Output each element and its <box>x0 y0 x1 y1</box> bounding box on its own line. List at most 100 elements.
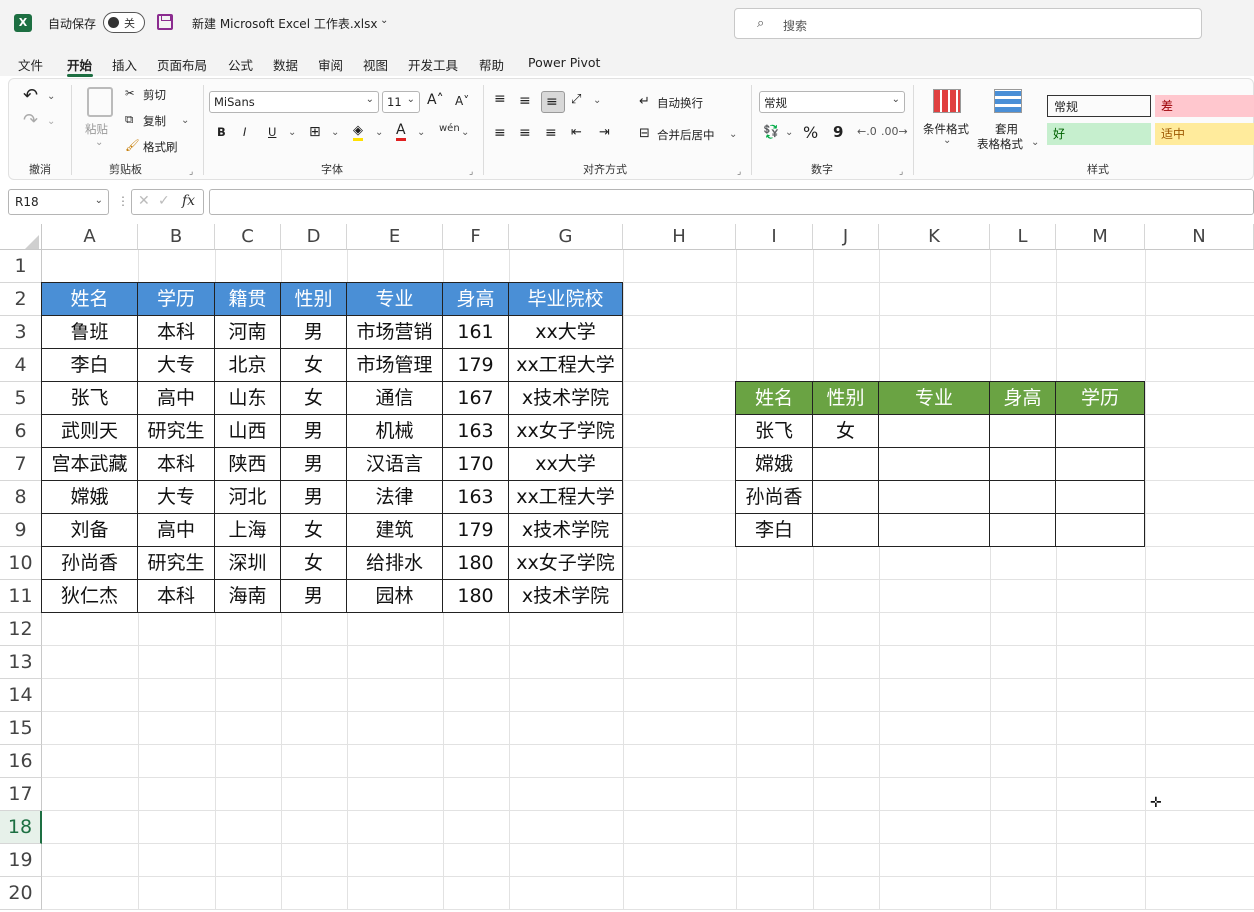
table1-cell[interactable]: 给排水 <box>347 547 443 580</box>
tab-file[interactable]: 文件 <box>18 55 43 74</box>
paste-chevron-down-icon[interactable]: ⌄ <box>95 137 103 148</box>
font-launcher-icon[interactable]: ⌟ <box>469 167 473 177</box>
font-size-select[interactable]: 11 ⌄ <box>382 91 420 113</box>
table1-cell[interactable]: 嫦娥 <box>42 481 138 514</box>
conditional-format-icon[interactable] <box>933 89 961 113</box>
table1-cell[interactable]: 武则天 <box>42 415 138 448</box>
table1-cell[interactable]: 163 <box>443 415 509 448</box>
table1-header-cell[interactable]: 专业 <box>347 283 443 316</box>
table1-cell[interactable]: 研究生 <box>138 547 215 580</box>
table2-cell[interactable]: 孙尚香 <box>736 481 813 514</box>
table2-header-cell[interactable]: 性别 <box>813 382 879 415</box>
table2-cell[interactable] <box>879 448 990 481</box>
table1-cell[interactable]: x技术学院 <box>509 382 623 415</box>
table1-cell[interactable]: 高中 <box>138 514 215 547</box>
format-painter-button[interactable]: 格式刷 <box>143 139 178 155</box>
table2-cell[interactable] <box>990 514 1056 547</box>
table2-cell[interactable]: 女 <box>813 415 879 448</box>
number-format-select[interactable]: 常规 ⌄ <box>759 91 905 113</box>
table1-header-cell[interactable]: 性别 <box>281 283 347 316</box>
row-header-2[interactable]: 2 <box>0 283 42 316</box>
row-header-14[interactable]: 14 <box>0 679 42 712</box>
table1-cell[interactable]: 大专 <box>138 481 215 514</box>
merge-center-button[interactable]: 合并后居中 <box>657 127 715 143</box>
table1-cell[interactable]: 女 <box>281 547 347 580</box>
table1-cell[interactable]: 汉语言 <box>347 448 443 481</box>
table2-header-cell[interactable]: 身高 <box>990 382 1056 415</box>
copy-button[interactable]: 复制 <box>143 113 166 129</box>
tab-help[interactable]: 帮助 <box>479 55 504 74</box>
name-box[interactable]: R18 ⌄ <box>8 189 109 215</box>
column-header-n[interactable]: N <box>1145 224 1254 250</box>
table1-cell[interactable]: x技术学院 <box>509 580 623 613</box>
cancel-icon[interactable]: ✕ <box>138 193 150 209</box>
table-format-chevron-down-icon[interactable]: ⌄ <box>1031 137 1039 148</box>
table1-cell[interactable]: 山东 <box>215 382 281 415</box>
decrease-font-icon[interactable]: A˅ <box>455 94 469 108</box>
table1-cell[interactable]: 河北 <box>215 481 281 514</box>
table1-cell[interactable]: 通信 <box>347 382 443 415</box>
tab-developer[interactable]: 开发工具 <box>408 55 458 74</box>
redo-icon[interactable]: ↷ <box>23 110 38 131</box>
undo-chevron-down-icon[interactable]: ⌄ <box>47 91 55 102</box>
table1-cell[interactable]: 女 <box>281 349 347 382</box>
column-header-k[interactable]: K <box>879 224 990 250</box>
comma-style-button[interactable]: 9 <box>833 123 843 141</box>
table1-cell[interactable]: 陕西 <box>215 448 281 481</box>
table1-cell[interactable]: 本科 <box>138 580 215 613</box>
merge-chevron-down-icon[interactable]: ⌄ <box>729 129 737 140</box>
italic-button[interactable]: I <box>243 125 246 139</box>
row-header-6[interactable]: 6 <box>0 415 42 448</box>
table1-cell[interactable]: 刘备 <box>42 514 138 547</box>
table2-header-cell[interactable]: 专业 <box>879 382 990 415</box>
paste-icon[interactable] <box>87 87 113 117</box>
table1-header-cell[interactable]: 毕业院校 <box>509 283 623 316</box>
phonetic-icon[interactable]: wén <box>439 123 460 134</box>
table1-cell[interactable]: 北京 <box>215 349 281 382</box>
file-name[interactable]: 新建 Microsoft Excel 工作表.xlsx <box>192 15 377 32</box>
table1-cell[interactable]: 孙尚香 <box>42 547 138 580</box>
decrease-decimal-icon[interactable]: .00→ <box>881 125 908 138</box>
table1-cell[interactable]: 男 <box>281 415 347 448</box>
borders-icon[interactable]: ⊞ <box>309 124 321 140</box>
table1-header-cell[interactable]: 身高 <box>443 283 509 316</box>
table1-cell[interactable]: 大专 <box>138 349 215 382</box>
table1-cell[interactable]: 180 <box>443 580 509 613</box>
row-header-19[interactable]: 19 <box>0 844 42 877</box>
table2-cell[interactable] <box>813 481 879 514</box>
table2-header-cell[interactable]: 姓名 <box>736 382 813 415</box>
table1-cell[interactable]: 161 <box>443 316 509 349</box>
decrease-indent-icon[interactable]: ⇤ <box>571 125 582 140</box>
copy-icon[interactable]: ⧉ <box>125 112 133 127</box>
column-header-f[interactable]: F <box>443 224 509 250</box>
column-header-e[interactable]: E <box>347 224 443 250</box>
borders-chevron-down-icon[interactable]: ⌄ <box>331 127 339 138</box>
table1-header-cell[interactable]: 籍贯 <box>215 283 281 316</box>
row-header-10[interactable]: 10 <box>0 547 42 580</box>
tab-insert[interactable]: 插入 <box>112 55 137 74</box>
table2-cell[interactable] <box>879 514 990 547</box>
table2-cell[interactable] <box>1056 415 1145 448</box>
align-left-icon[interactable]: ≡ <box>494 125 506 141</box>
table2-cell[interactable]: 李白 <box>736 514 813 547</box>
font-color-chevron-down-icon[interactable]: ⌄ <box>417 127 425 138</box>
table1-cell[interactable]: 本科 <box>138 448 215 481</box>
table1-cell[interactable]: 宫本武藏 <box>42 448 138 481</box>
row-header-13[interactable]: 13 <box>0 646 42 679</box>
table1-cell[interactable]: 李白 <box>42 349 138 382</box>
search-input[interactable]: ⌕ 搜索 <box>734 8 1202 39</box>
increase-decimal-icon[interactable]: ←.0 <box>857 125 877 138</box>
table1-cell[interactable]: 本科 <box>138 316 215 349</box>
table2-cell[interactable] <box>990 481 1056 514</box>
number-launcher-icon[interactable]: ⌟ <box>899 167 903 177</box>
row-header-8[interactable]: 8 <box>0 481 42 514</box>
table1-cell[interactable]: 179 <box>443 349 509 382</box>
table-format-label-1[interactable]: 套用 <box>995 121 1018 137</box>
table1-cell[interactable]: 女 <box>281 514 347 547</box>
table1-cell[interactable]: 上海 <box>215 514 281 547</box>
table1-cell[interactable]: xx女子学院 <box>509 547 623 580</box>
table2-cell[interactable] <box>1056 514 1145 547</box>
merge-center-icon[interactable]: ⊟ <box>639 126 650 141</box>
phonetic-chevron-down-icon[interactable]: ⌄ <box>461 127 469 138</box>
copy-chevron-down-icon[interactable]: ⌄ <box>181 115 189 126</box>
